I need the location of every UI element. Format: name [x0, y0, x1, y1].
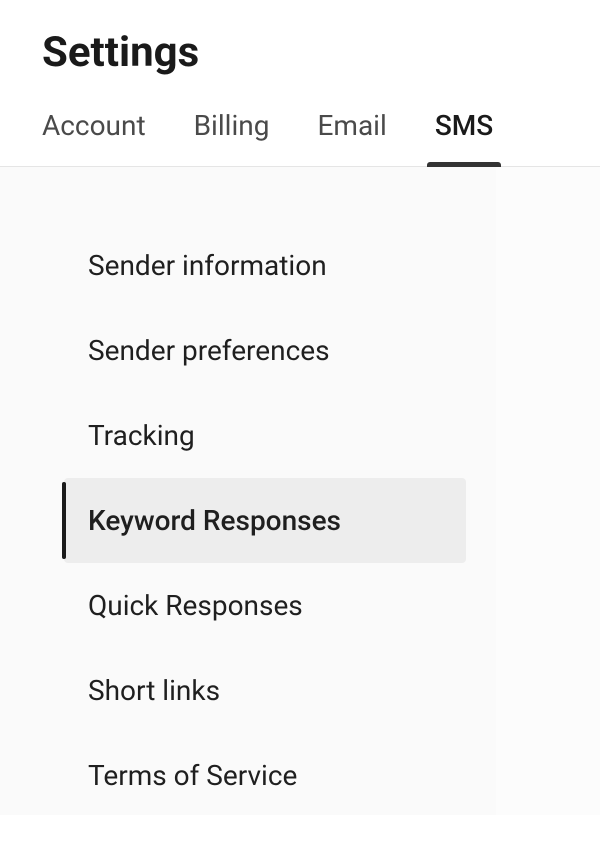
- tab-sms[interactable]: SMS: [435, 109, 493, 166]
- sidebar-item-quick-responses[interactable]: Quick Responses: [64, 563, 466, 648]
- tab-billing[interactable]: Billing: [194, 109, 270, 166]
- sidebar-item-sender-information[interactable]: Sender information: [64, 223, 466, 308]
- settings-header: Settings Account Billing Email SMS: [0, 0, 600, 167]
- sidebar-item-tracking[interactable]: Tracking: [64, 393, 466, 478]
- tab-account[interactable]: Account: [42, 109, 146, 166]
- sidebar-item-short-links[interactable]: Short links: [64, 648, 466, 733]
- sidebar-item-keyword-responses[interactable]: Keyword Responses: [64, 478, 466, 563]
- sidebar-item-sender-preferences[interactable]: Sender preferences: [64, 308, 466, 393]
- right-panel: [496, 167, 600, 815]
- primary-tabs: Account Billing Email SMS: [42, 109, 558, 166]
- content-area: Sender information Sender preferences Tr…: [0, 167, 600, 815]
- tab-email[interactable]: Email: [317, 109, 386, 166]
- sidebar-item-terms-of-service[interactable]: Terms of Service: [64, 733, 466, 818]
- page-title: Settings: [42, 28, 558, 77]
- settings-sidebar: Sender information Sender preferences Tr…: [0, 167, 496, 815]
